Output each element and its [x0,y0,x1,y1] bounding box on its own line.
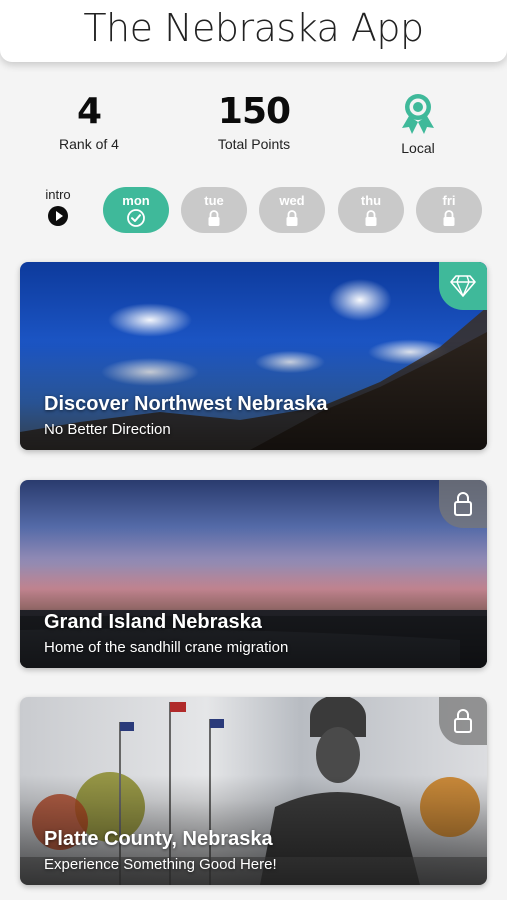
day-tab-thu[interactable]: thu [338,187,404,233]
play-icon [48,206,68,226]
intro-label: intro [45,187,71,202]
lock-icon [208,210,220,226]
day-label: wed [279,193,305,208]
gem-icon [439,262,487,310]
day-tab-wed[interactable]: wed [259,187,325,233]
lock-icon [439,480,487,528]
lock-icon [286,210,298,226]
lock-icon [365,210,377,226]
status-label: Local [401,140,435,156]
day-tab-tue[interactable]: tue [181,187,247,233]
card-title: Grand Island Nebraska [44,611,262,633]
destination-card[interactable]: Discover Northwest Nebraska No Better Di… [20,262,487,450]
lock-icon [443,210,455,226]
day-label: fri [442,193,456,208]
card-subtitle: Experience Something Good Here! [44,856,277,873]
app-header: The Nebraska App [0,0,507,62]
day-selector: intro mon tue wed thu fri [0,185,507,237]
destination-card[interactable]: Platte County, Nebraska Experience Somet… [20,697,487,885]
lock-icon [439,697,487,745]
points-stat: 150 Total Points [198,91,310,153]
rank-value: 4 [76,91,102,132]
day-label: tue [204,193,224,208]
card-subtitle: No Better Direction [44,421,171,438]
app-title: The Nebraska App [83,6,424,50]
day-tab-fri[interactable]: fri [416,187,482,233]
points-label: Total Points [217,136,291,152]
award-ribbon-icon [380,92,456,136]
rank-label: Rank of 4 [59,136,119,152]
day-label: mon [122,193,150,208]
check-circle-icon [127,209,145,227]
card-title: Platte County, Nebraska [44,828,273,850]
rank-stat: 4 Rank of 4 [40,91,138,153]
status-stat[interactable]: Local [380,92,456,156]
day-tab-mon[interactable]: mon [103,187,169,233]
card-title: Discover Northwest Nebraska [44,393,328,415]
stats-bar: 4 Rank of 4 150 Total Points Local [0,92,507,162]
destination-card[interactable]: Grand Island Nebraska Home of the sandhi… [20,480,487,668]
intro-button[interactable]: intro [38,187,78,226]
points-value: 150 [217,91,291,132]
card-subtitle: Home of the sandhill crane migration [44,639,289,656]
day-label: thu [360,193,382,208]
